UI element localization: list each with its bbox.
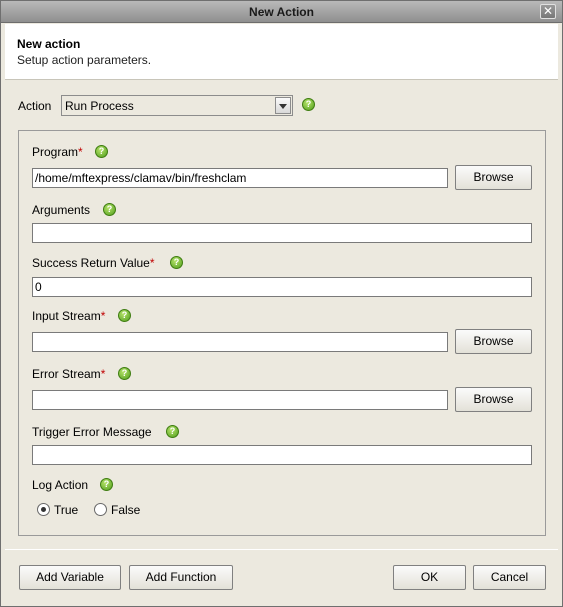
- window-title: New Action: [249, 5, 314, 19]
- error-stream-input[interactable]: [32, 390, 448, 410]
- new-action-dialog: New Action ✕ New action Setup action par…: [0, 0, 563, 607]
- help-icon[interactable]: ?: [118, 309, 131, 322]
- log-action-true-radio[interactable]: [37, 503, 50, 516]
- footer-divider: [5, 549, 558, 550]
- program-label: Program*: [32, 145, 83, 159]
- chevron-down-icon[interactable]: [275, 97, 291, 114]
- log-action-true-label[interactable]: True: [54, 503, 78, 517]
- required-marker: *: [78, 145, 83, 159]
- success-return-input[interactable]: [32, 277, 532, 297]
- help-icon[interactable]: ?: [118, 367, 131, 380]
- close-icon[interactable]: ✕: [540, 4, 556, 19]
- header-subtitle: Setup action parameters.: [17, 53, 152, 67]
- cancel-button[interactable]: Cancel: [473, 565, 546, 590]
- header-title: New action: [17, 37, 81, 51]
- help-icon[interactable]: ?: [103, 203, 116, 216]
- success-return-label: Success Return Value*: [32, 256, 155, 270]
- log-action-false-radio[interactable]: [94, 503, 107, 516]
- log-action-label: Log Action: [32, 478, 89, 492]
- dialog-header: New action Setup action parameters.: [5, 24, 558, 80]
- trigger-error-label: Trigger Error Message: [32, 425, 152, 439]
- error-stream-browse-button[interactable]: Browse: [455, 387, 532, 412]
- required-marker: *: [149, 256, 155, 270]
- error-stream-label: Error Stream*: [32, 367, 106, 381]
- action-select[interactable]: Run Process: [61, 95, 293, 116]
- input-stream-input[interactable]: [32, 332, 448, 352]
- add-variable-button[interactable]: Add Variable: [19, 565, 121, 590]
- trigger-error-input[interactable]: [32, 445, 532, 465]
- help-icon[interactable]: ?: [95, 145, 108, 158]
- action-label: Action: [18, 99, 52, 113]
- required-marker: *: [100, 367, 106, 381]
- program-browse-button[interactable]: Browse: [455, 165, 532, 190]
- program-input[interactable]: [32, 168, 448, 188]
- help-icon[interactable]: ?: [166, 425, 179, 438]
- input-stream-label: Input Stream*: [32, 309, 106, 323]
- help-icon[interactable]: ?: [100, 478, 113, 491]
- arguments-label: Arguments: [32, 203, 91, 217]
- add-function-button[interactable]: Add Function: [129, 565, 233, 590]
- action-select-value: Run Process: [65, 99, 134, 113]
- title-bar[interactable]: New Action ✕: [1, 1, 562, 23]
- input-stream-browse-button[interactable]: Browse: [455, 329, 532, 354]
- ok-button[interactable]: OK: [393, 565, 466, 590]
- arguments-input[interactable]: [32, 223, 532, 243]
- help-icon[interactable]: ?: [170, 256, 183, 269]
- required-marker: *: [100, 309, 106, 323]
- log-action-false-label[interactable]: False: [111, 503, 140, 517]
- help-icon[interactable]: ?: [302, 98, 315, 111]
